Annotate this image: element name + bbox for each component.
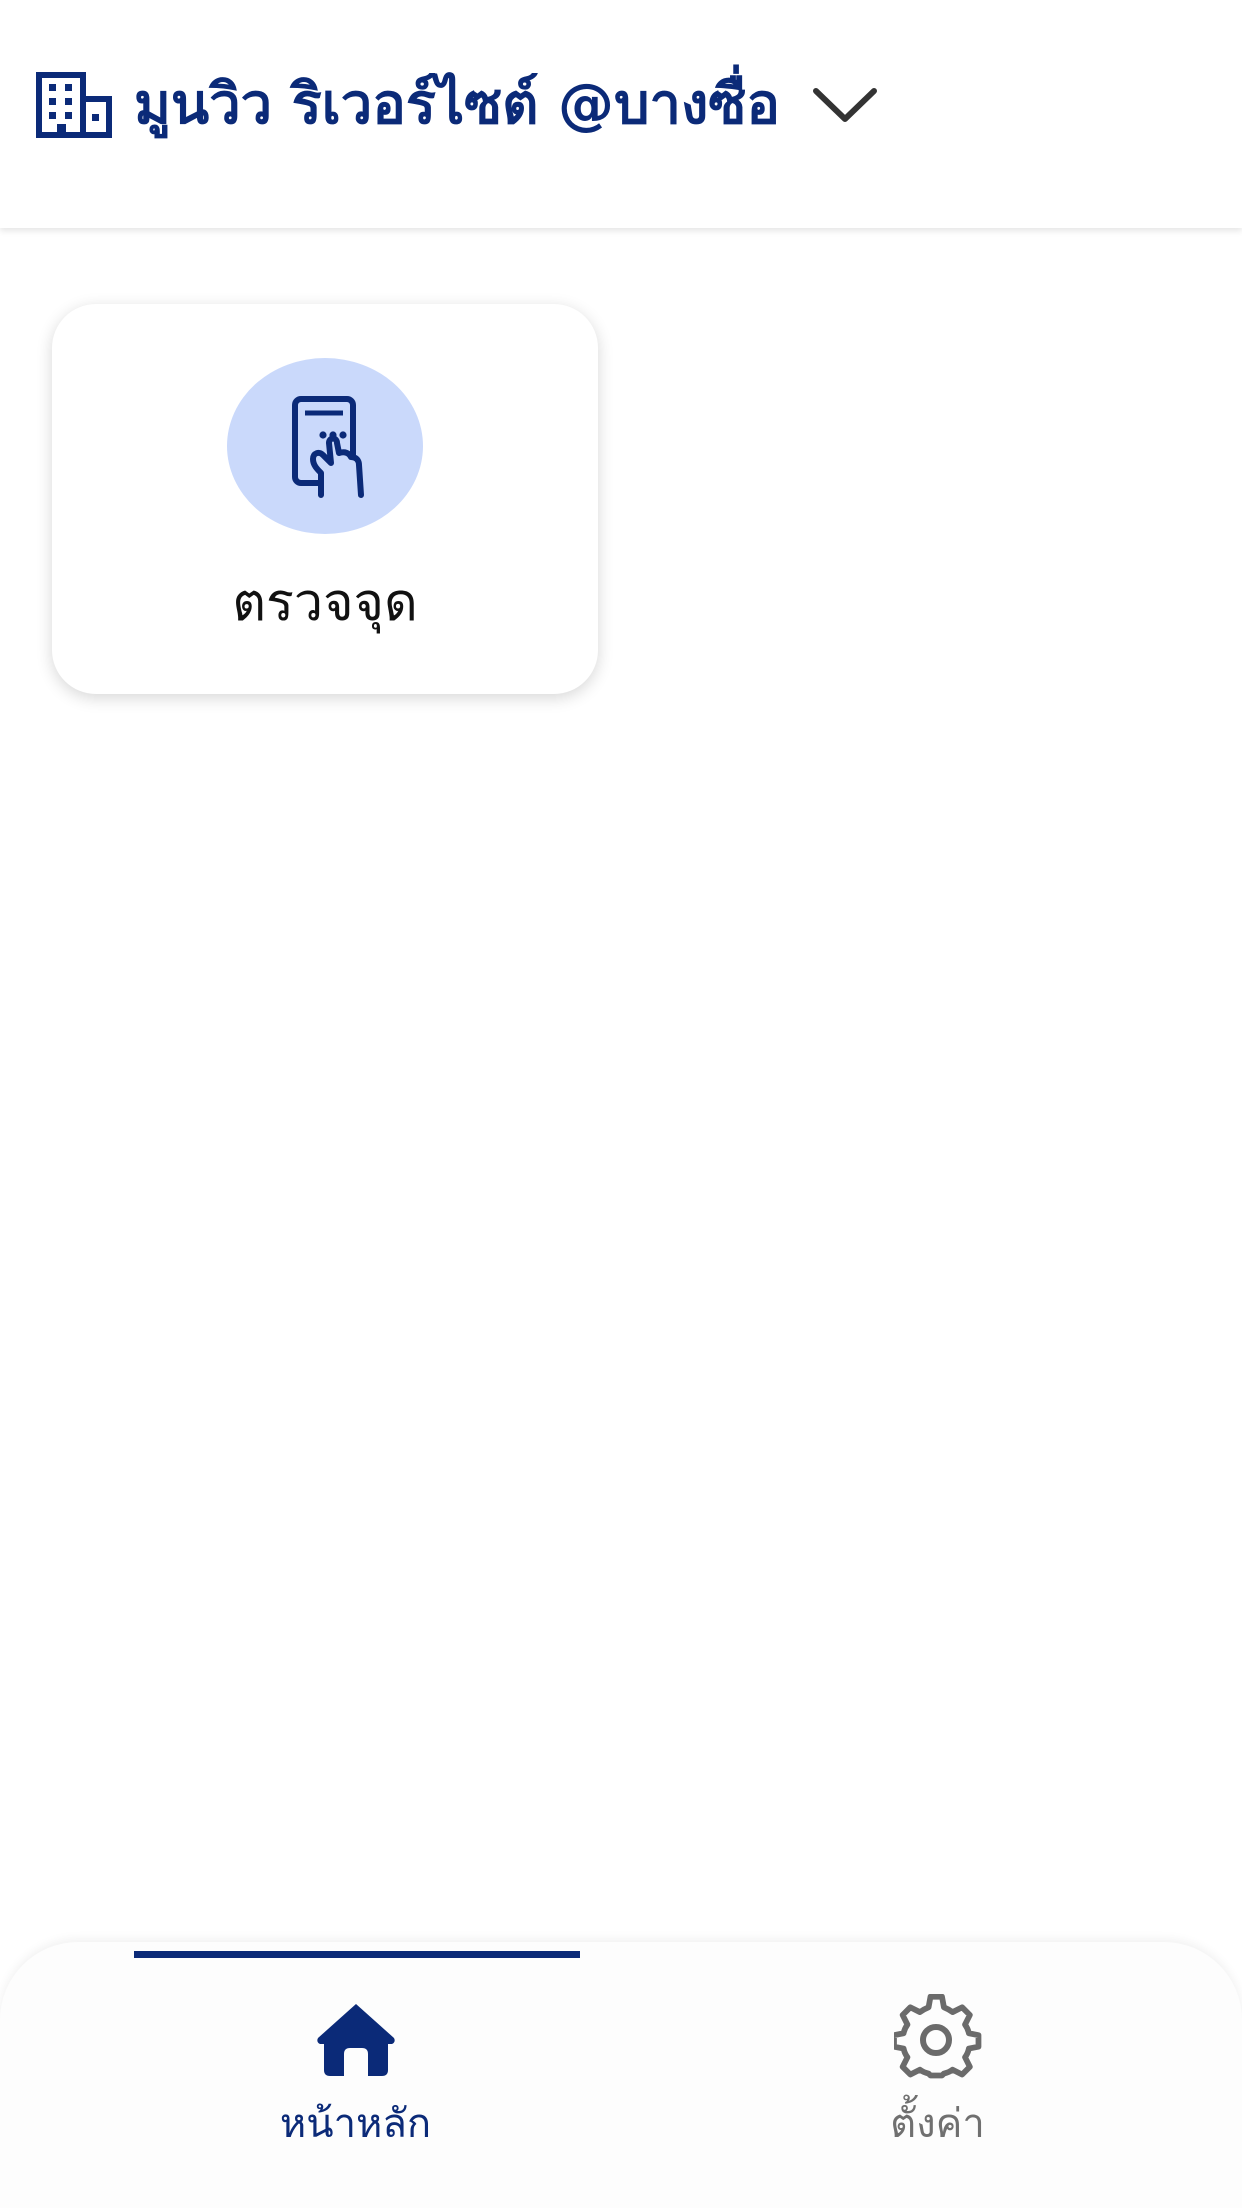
tablet-touch-icon xyxy=(292,396,364,498)
home-icon xyxy=(45,1994,666,2082)
home-screen: มูนวิว ริเวอร์ไซต์ @บางซื่อ ตรวจจุด หน้า… xyxy=(0,0,1242,2208)
app-header: มูนวิว ริเวอร์ไซต์ @บางซื่อ xyxy=(0,0,1242,228)
project-name: มูนวิว ริเวอร์ไซต์ @บางซื่อ xyxy=(134,72,780,137)
chevron-down-icon[interactable] xyxy=(810,83,880,127)
tab-home-label: หน้าหลัก xyxy=(279,2101,432,2147)
bottom-navigation: หน้าหลัก ตั้งค่า xyxy=(0,1942,1242,2208)
building-icon xyxy=(36,72,112,138)
icon-circle xyxy=(227,358,423,534)
menu-item-label: ตรวจจุด xyxy=(232,573,418,633)
tab-settings-label: ตั้งค่า xyxy=(890,2101,985,2147)
tab-settings[interactable]: ตั้งค่า xyxy=(621,1942,1242,2208)
menu-grid: ตรวจจุด xyxy=(0,228,1242,1938)
inspection-menu-card[interactable]: ตรวจจุด xyxy=(52,304,598,694)
tab-home[interactable]: หน้าหลัก xyxy=(0,1942,621,2208)
gear-icon xyxy=(627,1994,1242,2082)
project-selector[interactable]: มูนวิว ริเวอร์ไซต์ @บางซื่อ xyxy=(36,60,880,150)
active-tab-indicator xyxy=(134,1951,580,1958)
